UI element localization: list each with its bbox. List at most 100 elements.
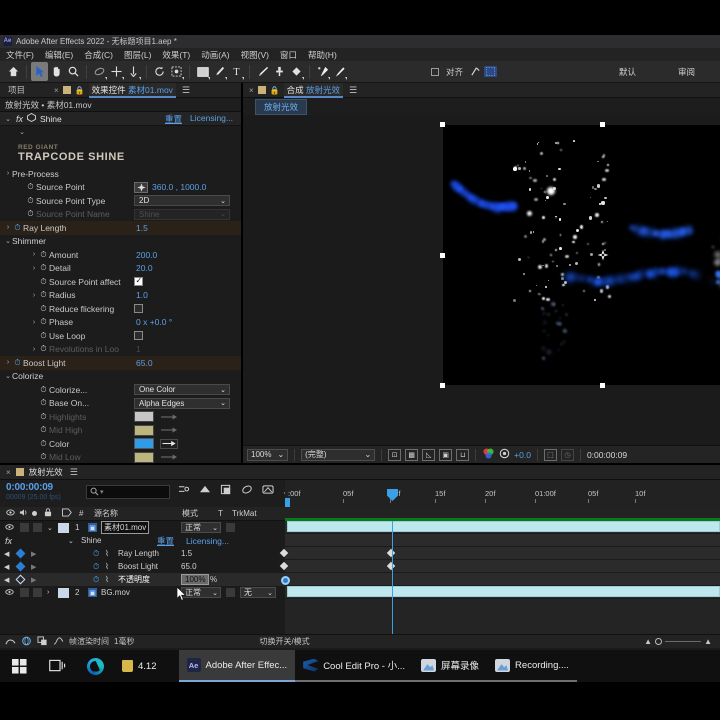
param-row-phase[interactable]: › ⏱ Phase 0 x +0.0 ° (0, 316, 241, 330)
effect-reset-button[interactable]: 重置 (165, 113, 182, 125)
frame-blending-icon[interactable] (241, 484, 253, 497)
stopwatch-icon[interactable]: ⏱ (38, 398, 49, 408)
eyedropper-icon[interactable] (160, 452, 178, 462)
timeline-row-0[interactable]: ⌄ 1 ▣ 素材01.mov 正常 ⌄ (0, 521, 285, 534)
keyframe-toggle-icon[interactable] (15, 574, 26, 585)
channel-color-icon[interactable] (482, 447, 495, 462)
timeline-panel-menu-icon[interactable]: ☰ (70, 467, 78, 478)
draft-3d-icon[interactable] (199, 484, 211, 497)
exposure-value[interactable]: +0.0 (514, 450, 531, 460)
transparency-grid-icon[interactable]: ▩ (405, 448, 419, 461)
graph-editor-icon[interactable]: ⌇ (105, 575, 109, 584)
layer-video-toggle-icon[interactable] (5, 588, 14, 598)
param-row-colorize[interactable]: ⏱ Colorize... One Color ⌄ (0, 383, 241, 397)
stopwatch-icon[interactable]: ⏱ (38, 277, 49, 287)
stopwatch-icon[interactable]: ⏱ (38, 385, 49, 395)
selection-handle-bl[interactable] (440, 383, 445, 388)
effect-reset-button[interactable]: 重置 (157, 535, 174, 547)
file-explorer-button[interactable]: 4.12 (114, 650, 165, 682)
layer-mode-select[interactable]: 正常 ⌄ (181, 522, 221, 533)
pan-behind-tool-icon[interactable] (108, 62, 125, 81)
trkmat-header[interactable]: TrkMat (232, 509, 257, 518)
menu-effect[interactable]: 效果(T) (162, 49, 190, 61)
param-dropdown[interactable]: 2D ⌄ (134, 195, 230, 207)
effect-licensing-button[interactable]: Licensing... (190, 113, 233, 125)
param-value[interactable]: 65.0 (136, 358, 153, 368)
close-icon-comp[interactable]: × (249, 86, 254, 95)
param-value[interactable]: 200.0 (136, 250, 157, 260)
layer-label-color[interactable] (58, 587, 69, 598)
show-snapshot-icon[interactable]: ◷ (560, 448, 574, 461)
puppet-pin-tool-icon[interactable] (314, 62, 331, 81)
toggle-switches-modes-label[interactable]: 切换开关/模式 (259, 636, 309, 647)
effect-licensing-button[interactable]: Licensing... (186, 536, 229, 546)
zoom-slider[interactable]: ▲ ▲ (644, 637, 720, 646)
taskbar-app-cool-edit-pro[interactable]: Cool Edit Pro - 小... (295, 650, 414, 682)
param-color-swatch[interactable] (134, 411, 154, 423)
stopwatch-icon[interactable]: ⏱ (38, 263, 49, 273)
eyedropper-icon[interactable] (160, 425, 178, 435)
layer-name[interactable]: BG.mov (101, 588, 130, 597)
menu-edit[interactable]: 编辑(E) (45, 49, 73, 61)
timeline-row-3[interactable]: ◀ ▶ ⏱ ⌇ Boost Light 65.0 (0, 560, 285, 573)
menu-window[interactable]: 窗口 (280, 49, 297, 61)
motion-blur-footer-icon[interactable] (5, 636, 16, 648)
snapping-icon[interactable] (467, 62, 484, 81)
timeline-row-1[interactable]: fx ⌄ Shine 重置 Licensing... (0, 534, 285, 547)
zoom-thumb-icon[interactable] (655, 638, 663, 645)
stopwatch-icon[interactable]: ⏱ (38, 425, 49, 435)
timeline-track-area[interactable] (279, 518, 720, 634)
param-row-shimmer[interactable]: ⌄ Shimmer (0, 235, 241, 249)
selection-handle-ml[interactable] (440, 253, 445, 258)
close-icon-timeline[interactable]: × (6, 468, 11, 477)
taskbar-app-recording[interactable]: Recording.... (487, 650, 577, 682)
eraser-tool-icon[interactable] (288, 62, 305, 81)
menu-composition[interactable]: 合成(C) (84, 49, 113, 61)
chevron-right-icon[interactable]: › (47, 589, 49, 596)
next-keyframe-icon[interactable]: ▶ (31, 563, 36, 571)
source-name-header[interactable]: 源名称 (94, 508, 118, 519)
param-checkbox[interactable] (134, 276, 143, 287)
home-icon[interactable] (5, 62, 22, 81)
zoom-out-icon[interactable]: ▲ (644, 637, 652, 646)
comp-panel-menu-icon[interactable]: ☰ (349, 85, 357, 96)
property-label[interactable]: 不透明度 (118, 574, 150, 585)
source-point-anchor-icon[interactable] (597, 249, 609, 261)
param-value[interactable]: 1 (136, 344, 141, 354)
selection-tool-icon[interactable] (31, 62, 48, 81)
stopwatch-icon[interactable]: ⏱ (38, 304, 49, 314)
param-dropdown[interactable]: Alpha Edges ⌄ (134, 397, 230, 409)
tab-effect-controls[interactable]: 效果控件 素材01.mov (88, 82, 176, 98)
task-view-button[interactable] (38, 650, 76, 682)
timeline-row-5[interactable]: › 2 ▣ BG.mov 正常 ⌄ 无 ⌄ (0, 586, 285, 599)
layer-solo-toggle[interactable] (33, 523, 42, 532)
zoom-level-select[interactable]: 100% ⌄ (247, 448, 289, 461)
param-row-color[interactable]: ⏱ Color (0, 437, 241, 451)
pen-tool-icon[interactable] (211, 62, 228, 81)
menu-layer[interactable]: 图层(L) (124, 49, 151, 61)
property-label[interactable]: Ray Length (118, 549, 159, 558)
toggle-switches-icon[interactable] (37, 635, 48, 648)
param-row-boost-light[interactable]: › ⏱ Boost Light 65.0 (0, 356, 241, 370)
param-row-pre-process[interactable]: › Pre-Process (0, 167, 241, 181)
stopwatch-icon[interactable]: ⏱ (25, 182, 36, 192)
param-row-source-point[interactable]: ⏱ Source Point 360.0 , 1000.0 (0, 181, 241, 195)
stopwatch-icon[interactable]: ⏱ (12, 223, 23, 233)
tab-project[interactable]: 项目 (5, 83, 28, 98)
param-row-mid-low[interactable]: ⏱ Mid Low (0, 451, 241, 464)
param-row-ray-length[interactable]: › ⏱ Ray Length 1.5 (0, 221, 241, 235)
stopwatch-icon[interactable]: ⏱ (38, 344, 49, 354)
menu-help[interactable]: 帮助(H) (308, 49, 337, 61)
align-panel-toggle[interactable]: 对齐 (430, 66, 467, 78)
next-keyframe-icon[interactable]: ▶ (31, 576, 36, 584)
layer-mode-select[interactable]: 正常 ⌄ (181, 587, 221, 598)
stopwatch-icon[interactable]: ⏱ (38, 290, 49, 300)
param-value[interactable]: 360.0 , 1000.0 (152, 182, 206, 192)
tab-composition[interactable]: 合成 放射光效 (283, 82, 344, 98)
param-row-source-point-affect[interactable]: ⏱ Source Point affect (0, 275, 241, 289)
chevron-right-icon[interactable]: › (30, 251, 38, 258)
composition-mini-flowchart-icon[interactable] (178, 484, 190, 497)
stopwatch-icon[interactable]: ⏱ (25, 209, 36, 219)
param-dropdown[interactable]: Shine ⌄ (134, 208, 230, 220)
mode-header[interactable]: 模式 (182, 508, 198, 519)
